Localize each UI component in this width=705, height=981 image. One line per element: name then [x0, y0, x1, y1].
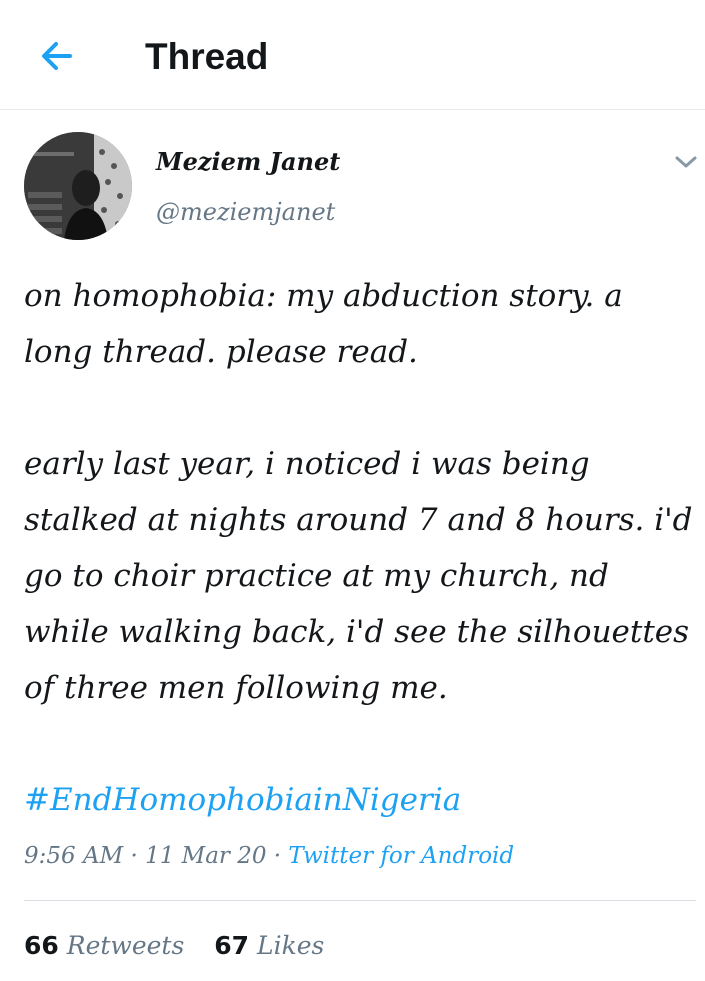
retweets-stat[interactable]: 66 Retweets	[24, 926, 184, 966]
arrow-left-icon	[42, 42, 72, 70]
avatar[interactable]	[24, 132, 132, 240]
likes-stat[interactable]: 67 Likes	[214, 926, 324, 966]
tweet-menu-button[interactable]	[670, 146, 702, 178]
page-title: Thread	[145, 36, 269, 77]
tweet-source-link[interactable]: Twitter for Android	[288, 843, 514, 869]
back-button[interactable]	[28, 30, 84, 82]
tweet-text: on homophobia: my abduction story. a lon…	[24, 278, 693, 706]
tweet-meta: 9:56 AM · 11 Mar 20 · Twitter for Androi…	[24, 838, 514, 874]
likes-label: Likes	[256, 931, 325, 960]
author-name[interactable]: Meziem Janet	[156, 146, 340, 178]
divider	[24, 900, 696, 901]
tweet-stats: 66 Retweets 67 Likes	[24, 926, 346, 966]
chevron-down-icon	[675, 156, 697, 168]
retweets-count: 66	[24, 931, 59, 960]
tweet-time: 9:56 AM	[24, 843, 124, 869]
tweet-date: 11 Mar 20	[145, 843, 267, 869]
meta-separator: ·	[273, 843, 282, 869]
author-handle[interactable]: @meziemjanet	[156, 196, 335, 228]
user-avatar	[24, 132, 132, 240]
retweets-label: Retweets	[66, 931, 185, 960]
top-bar: Thread	[0, 0, 705, 110]
likes-count: 67	[214, 931, 250, 960]
meta-separator: ·	[130, 843, 138, 869]
hashtag-link[interactable]: #EndHomophobiainNigeria	[24, 772, 461, 828]
